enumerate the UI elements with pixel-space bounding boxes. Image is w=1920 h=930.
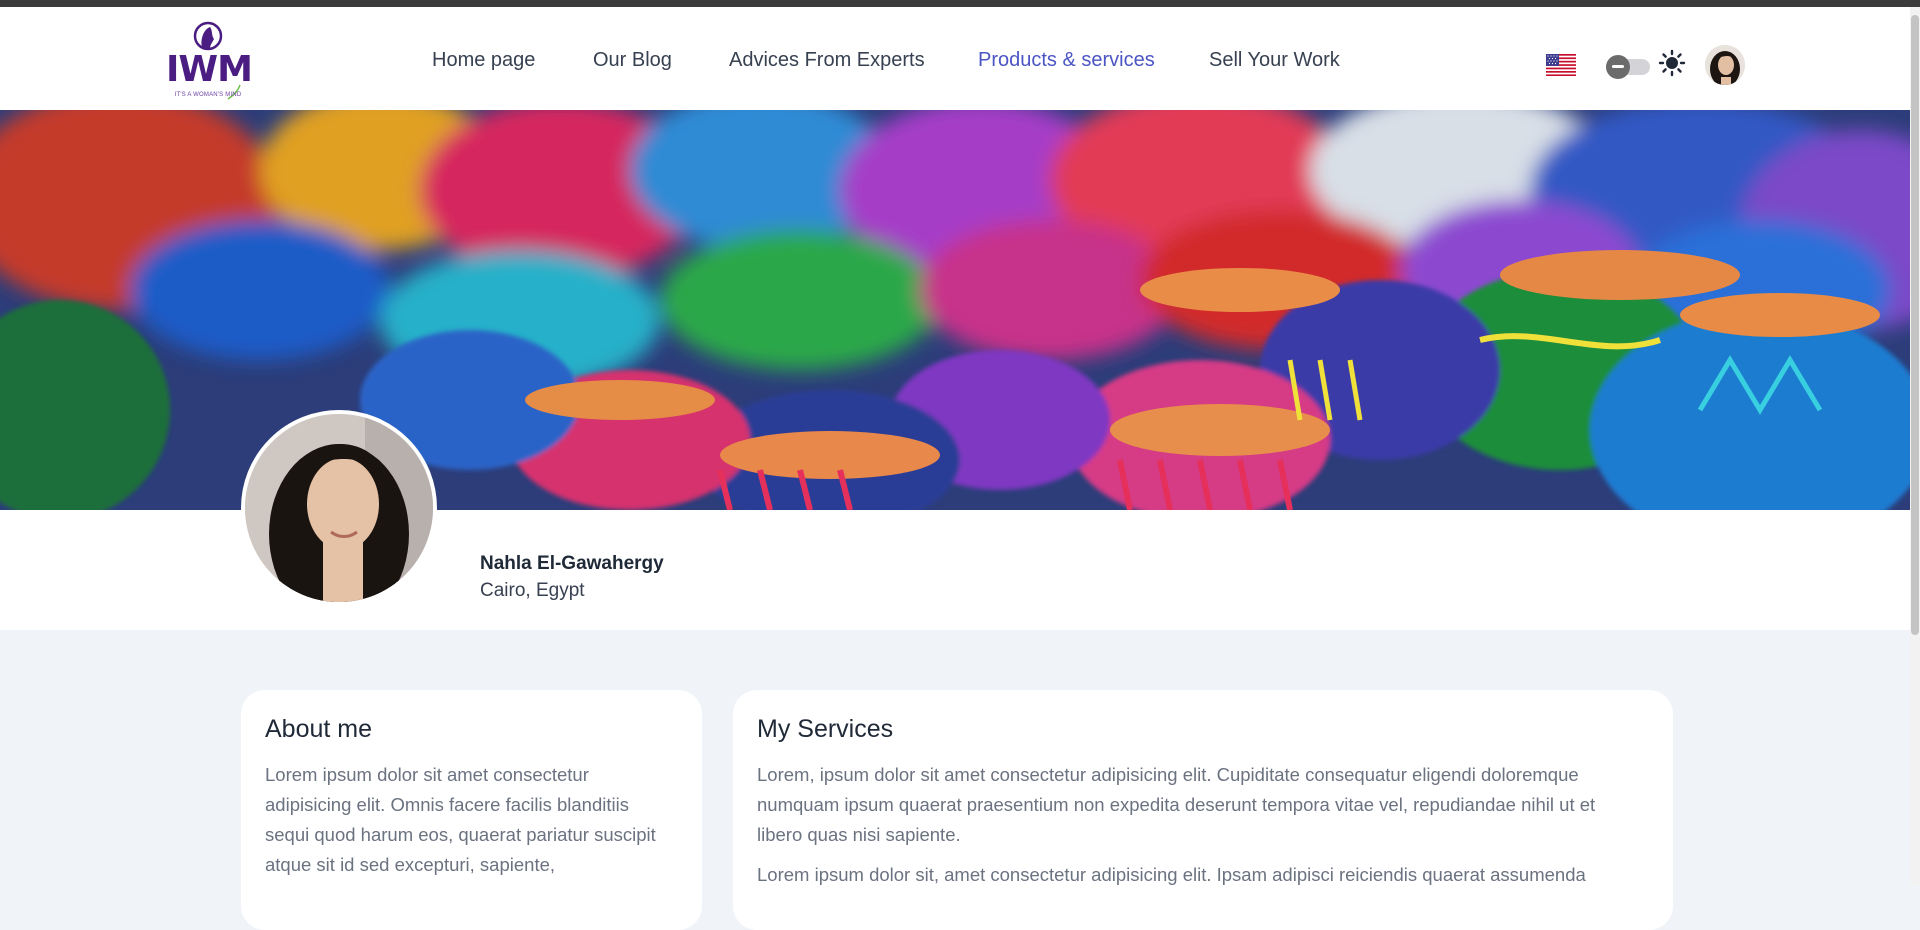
toggle-knob [1606, 55, 1630, 79]
browser-top-strip [0, 0, 1920, 7]
scrollbar-thumb[interactable] [1911, 15, 1919, 635]
site-logo[interactable]: IWM IT'S A WOMAN'S MIND [166, 19, 253, 105]
user-avatar[interactable] [1705, 45, 1745, 85]
my-services-card: My Services Lorem, ipsum dolor sit amet … [733, 690, 1673, 930]
profile-location: Cairo, Egypt [480, 580, 585, 601]
nav-home-page[interactable]: Home page [432, 49, 535, 72]
about-me-card: About me Lorem ipsum dolor sit amet cons… [241, 690, 702, 930]
services-paragraph-1: Lorem, ipsum dolor sit amet consectetur … [757, 764, 1596, 845]
profile-photo [241, 410, 437, 606]
nav-sell-your-work[interactable]: Sell Your Work [1209, 49, 1340, 72]
nav-advices-from-experts[interactable]: Advices From Experts [729, 49, 925, 72]
nav-products-services[interactable]: Products & services [978, 49, 1155, 72]
navbar: IWM IT'S A WOMAN'S MIND Home page Our Bl… [0, 7, 1910, 110]
theme-toggle[interactable] [1606, 54, 1652, 79]
my-services-title: My Services [757, 715, 894, 743]
profile-name: Nahla El-Gawahergy [480, 553, 664, 574]
logo-wordmark: IWM [166, 49, 253, 90]
logo-tagline: IT'S A WOMAN'S MIND [174, 92, 242, 98]
about-me-title: About me [265, 715, 373, 743]
page-scrollbar[interactable] [1910, 7, 1920, 886]
sun-icon[interactable] [1658, 49, 1686, 77]
us-flag-icon[interactable] [1546, 54, 1576, 76]
about-me-text: Lorem ipsum dolor sit amet consectetur a… [265, 764, 656, 875]
nav-our-blog[interactable]: Our Blog [593, 49, 672, 72]
